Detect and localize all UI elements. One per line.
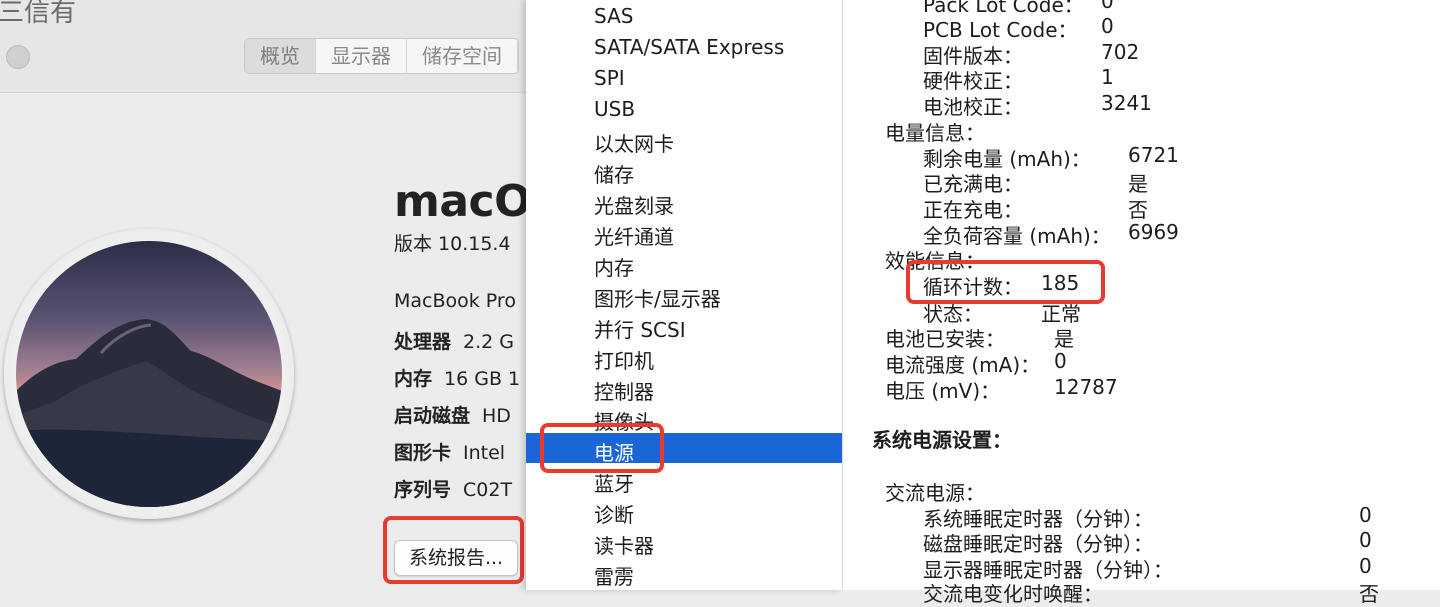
sidebar-item-memory[interactable]: 内存 bbox=[594, 252, 634, 281]
sidebar-item-storage[interactable]: 储存 bbox=[594, 159, 634, 188]
detail-value: 702 bbox=[1101, 40, 1140, 64]
detail-value: 1 bbox=[1101, 65, 1114, 89]
spec-label: 图形卡 bbox=[394, 442, 452, 464]
catalina-island-image bbox=[16, 241, 282, 507]
sidebar-item-spi[interactable]: SPI bbox=[594, 66, 625, 90]
spec-label: 启动磁盘 bbox=[394, 405, 471, 427]
detail-value: 是 bbox=[1054, 327, 1074, 351]
spec-value: 2.2 G bbox=[463, 331, 514, 353]
window-control-button[interactable] bbox=[6, 45, 30, 69]
detail-label: 硬件校正： bbox=[923, 69, 1023, 93]
about-this-mac-window: 三信有 概览 显示器 储存空间 macOS 版本 10.15.4 MacBook… bbox=[0, 0, 563, 590]
power-settings-heading: 系统电源设置： bbox=[872, 428, 1012, 452]
tab-overview[interactable]: 概览 bbox=[245, 39, 316, 73]
detail-label: 已充满电： bbox=[923, 172, 1023, 196]
spec-label: 序列号 bbox=[394, 479, 452, 501]
sidebar-item-fibre-channel[interactable]: 光纤通道 bbox=[594, 221, 674, 250]
section-label-performance-info: 效能信息： bbox=[885, 249, 985, 273]
spec-label: 处理器 bbox=[394, 331, 452, 353]
spec-label: 内存 bbox=[394, 368, 433, 390]
sidebar-item-printers[interactable]: 打印机 bbox=[594, 345, 654, 374]
sidebar-item-sas[interactable]: SAS bbox=[594, 4, 633, 28]
sidebar-item-power[interactable]: 电源 bbox=[594, 437, 634, 466]
detail-value: 否 bbox=[1128, 198, 1148, 222]
sidebar-item-diagnostics[interactable]: 诊断 bbox=[594, 499, 634, 528]
selection-highlight bbox=[526, 433, 842, 463]
sidebar-item-card-reader[interactable]: 读卡器 bbox=[594, 530, 654, 559]
sidebar-item-camera[interactable]: 摄像头 bbox=[594, 406, 654, 435]
spec-value: HD bbox=[482, 405, 511, 427]
window-title: 三信有 bbox=[0, 0, 77, 28]
spec-row-memory: 内存 16 GB 1 bbox=[394, 364, 520, 391]
macos-catalina-logo bbox=[4, 229, 294, 519]
detail-value: 0 bbox=[1054, 349, 1067, 373]
detail-value: 0 bbox=[1359, 503, 1372, 527]
title-bar: 三信有 概览 显示器 储存空间 bbox=[0, 0, 526, 93]
detail-label: 正在充电： bbox=[923, 198, 1023, 222]
detail-label: 电池校正： bbox=[923, 95, 1023, 119]
detail-value: 12787 bbox=[1054, 375, 1118, 399]
spec-row-startup-disk: 启动磁盘 HD bbox=[394, 401, 511, 428]
sidebar-item-sata[interactable]: SATA/SATA Express bbox=[594, 35, 784, 59]
power-detail-pane: Pack Lot Code： 0 PCB Lot Code： 0 固件版本： 7… bbox=[843, 0, 1440, 606]
detail-label: 磁盘睡眠定时器（分钟）： bbox=[923, 532, 1153, 556]
model-name-text: MacBook Pro bbox=[394, 290, 516, 312]
detail-value: 0 bbox=[1101, 0, 1114, 13]
detail-label: 交流电变化时唤醒： bbox=[923, 582, 1103, 606]
detail-value: 6721 bbox=[1128, 143, 1179, 167]
sidebar-item-thunderbolt[interactable]: 雷雳 bbox=[594, 561, 634, 590]
spec-value: 16 GB 1 bbox=[444, 368, 521, 390]
spec-value: C02T bbox=[463, 479, 513, 501]
cycle-count-value: 185 bbox=[1041, 271, 1080, 295]
ac-power-label: 交流电源： bbox=[885, 481, 985, 505]
detail-label: 电压 (mV)： bbox=[885, 379, 1001, 403]
detail-value: 6969 bbox=[1128, 220, 1179, 244]
tab-bar: 概览 显示器 储存空间 bbox=[244, 38, 519, 74]
model-name: MacBook Pro bbox=[394, 290, 516, 312]
detail-value: 0 bbox=[1101, 14, 1114, 38]
detail-value: 否 bbox=[1359, 582, 1379, 606]
os-version: 版本 10.15.4 bbox=[394, 233, 511, 255]
system-report-button[interactable]: 系统报告... bbox=[394, 540, 518, 576]
sidebar-item-usb[interactable]: USB bbox=[594, 97, 635, 121]
detail-value: 3241 bbox=[1101, 91, 1152, 115]
detail-label: 电流强度 (mA)： bbox=[885, 353, 1041, 377]
detail-value: 0 bbox=[1359, 528, 1372, 552]
sidebar-item-parallel-scsi[interactable]: 并行 SCSI bbox=[594, 314, 686, 343]
detail-value: 0 bbox=[1359, 554, 1372, 578]
sidebar-item-controller[interactable]: 控制器 bbox=[594, 376, 654, 405]
cycle-count-label: 循环计数： bbox=[923, 275, 1023, 299]
sidebar-item-disc-burning[interactable]: 光盘刻录 bbox=[594, 190, 674, 219]
sidebar-item-bluetooth[interactable]: 蓝牙 bbox=[594, 468, 634, 497]
spec-row-serial: 序列号 C02T bbox=[394, 475, 512, 502]
sidebar-item-graphics-displays[interactable]: 图形卡/显示器 bbox=[594, 283, 721, 312]
tab-storage[interactable]: 储存空间 bbox=[407, 39, 518, 73]
spec-row-graphics: 图形卡 Intel bbox=[394, 438, 505, 465]
spec-value: Intel bbox=[463, 442, 506, 464]
tab-displays[interactable]: 显示器 bbox=[316, 39, 407, 73]
spec-row-processor: 处理器 2.2 G bbox=[394, 327, 514, 354]
detail-value: 是 bbox=[1128, 172, 1148, 196]
sidebar-item-ethernet[interactable]: 以太网卡 bbox=[594, 128, 674, 157]
section-label-charge-info: 电量信息： bbox=[885, 121, 985, 145]
detail-label: PCB Lot Code： bbox=[923, 18, 1078, 42]
detail-label: 电池已安装： bbox=[885, 327, 1005, 351]
system-report-sidebar: SAS SATA/SATA Express SPI USB 以太网卡 储存 光盘… bbox=[526, 0, 843, 590]
